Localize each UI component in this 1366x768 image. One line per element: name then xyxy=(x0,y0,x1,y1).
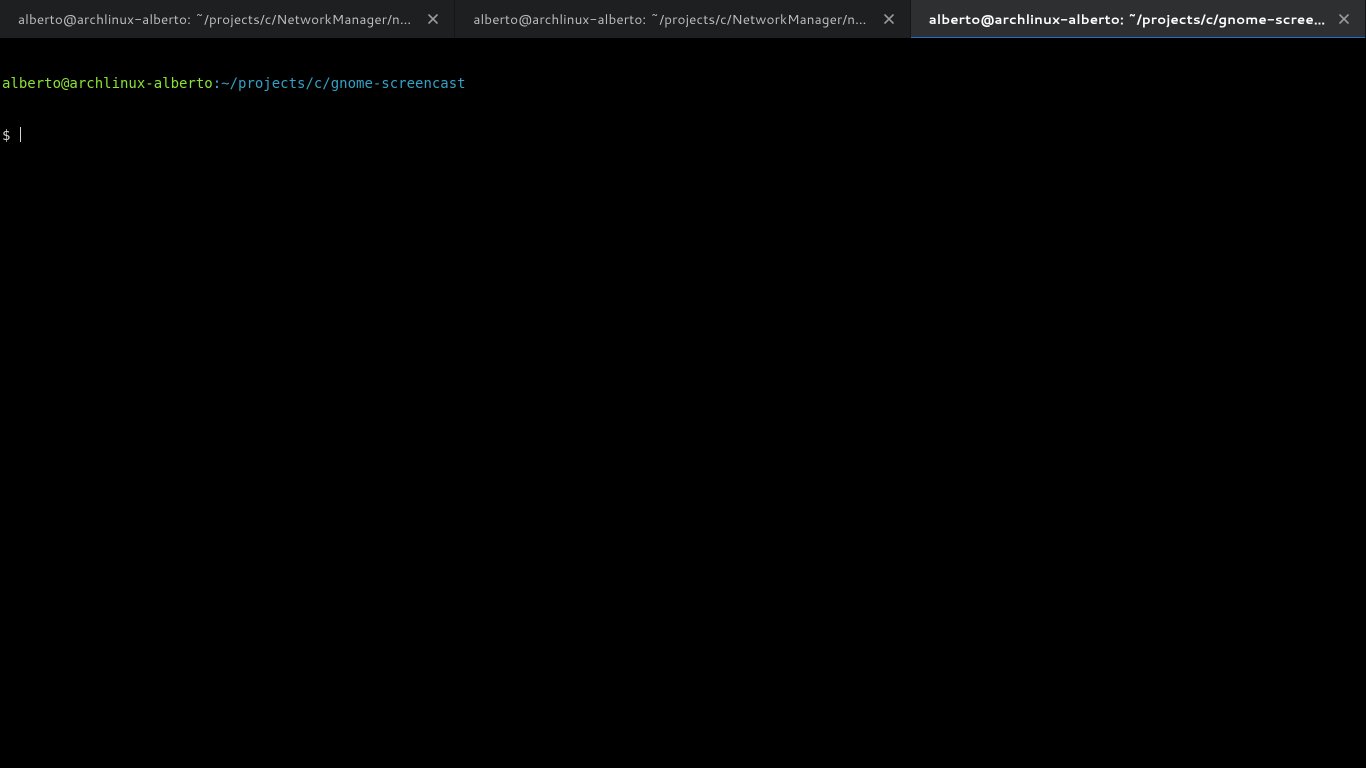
prompt-line-2: $ xyxy=(2,127,1364,145)
close-icon[interactable] xyxy=(880,10,898,28)
prompt-userhost: alberto@archlinux-alberto xyxy=(2,76,213,92)
terminal-viewport[interactable]: alberto@archlinux-alberto:~/projects/c/g… xyxy=(0,38,1366,768)
prompt-line-1: alberto@archlinux-alberto:~/projects/c/g… xyxy=(2,76,1364,93)
close-icon[interactable] xyxy=(1335,10,1353,28)
tab-title: alberto@archlinux-alberto: ~/projects/c/… xyxy=(929,10,1327,29)
tab-title: alberto@archlinux-alberto: ~/projects/c/… xyxy=(18,10,416,29)
terminal-tab-2[interactable]: alberto@archlinux-alberto: ~/projects/c/… xyxy=(455,0,910,38)
terminal-tab-3[interactable]: alberto@archlinux-alberto: ~/projects/c/… xyxy=(911,0,1366,38)
prompt-separator: : xyxy=(213,76,221,92)
terminal-tab-1[interactable]: alberto@archlinux-alberto: ~/projects/c/… xyxy=(0,0,455,38)
close-icon[interactable] xyxy=(424,10,442,28)
prompt-path: ~/projects/c/gnome-screencast xyxy=(221,76,465,92)
text-cursor xyxy=(20,127,21,142)
prompt-symbol: $ xyxy=(2,128,19,144)
tab-bar: alberto@archlinux-alberto: ~/projects/c/… xyxy=(0,0,1366,38)
tab-title: alberto@archlinux-alberto: ~/projects/c/… xyxy=(473,10,871,29)
